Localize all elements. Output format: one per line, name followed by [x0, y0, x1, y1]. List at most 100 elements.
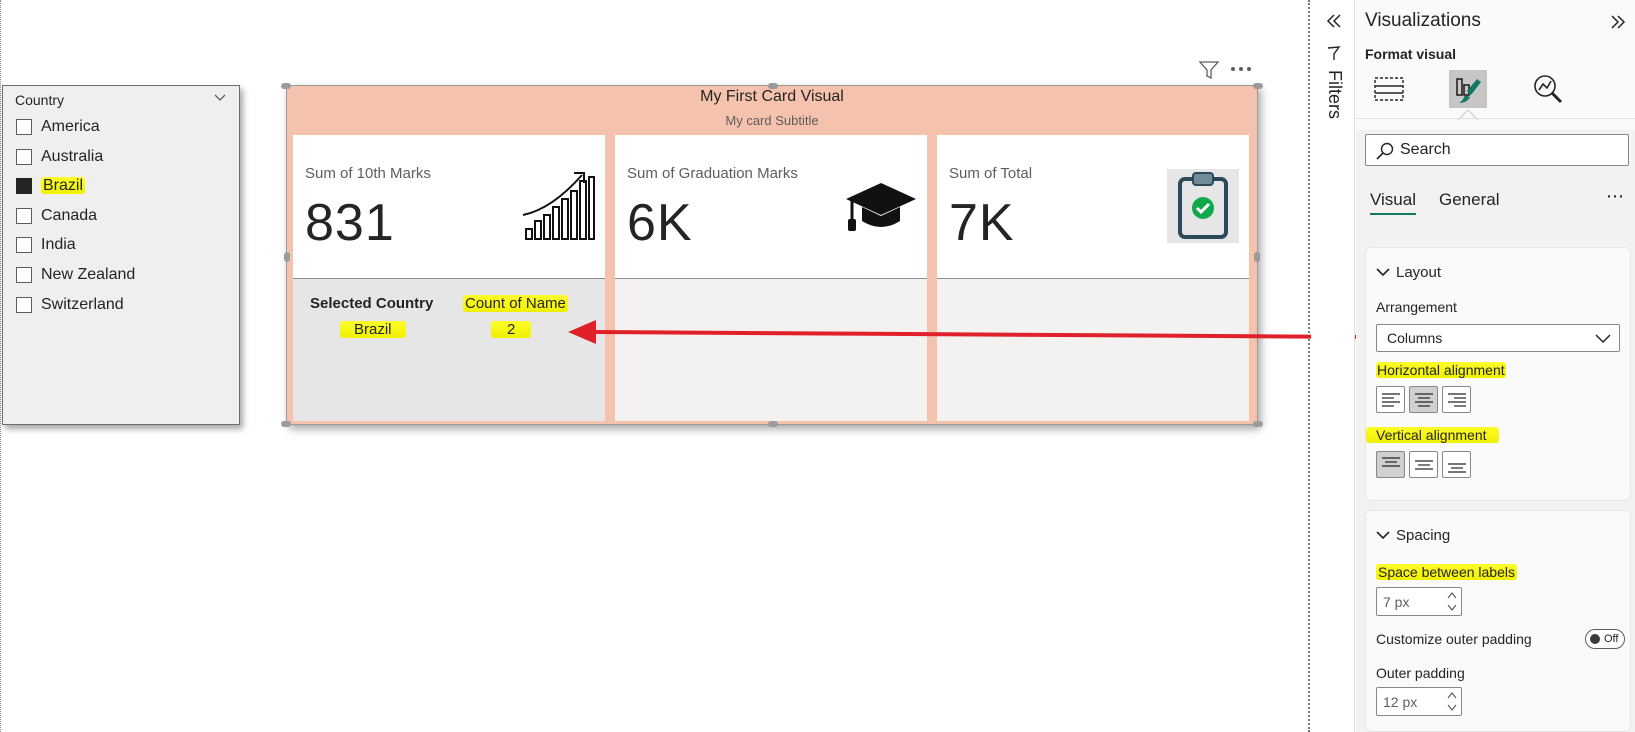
country-slicer[interactable]: Country America Australia Brazil Canada … — [2, 85, 240, 425]
tab-visual[interactable]: Visual — [1370, 190, 1416, 215]
card-visual[interactable]: My First Card Visual My card Subtitle Su… — [281, 83, 1263, 427]
tab-build-visual[interactable] — [1370, 70, 1408, 108]
arrangement-value: Columns — [1387, 330, 1443, 346]
slicer-item-label: Brazil — [41, 177, 86, 195]
space-between-labels-label: Space between labels — [1376, 564, 1517, 580]
spacing-section: Spacing Space between labels 7 px Custom… — [1365, 510, 1631, 732]
slicer-item-label: New Zealand — [41, 265, 136, 283]
filters-label: Filters — [1325, 70, 1345, 119]
align-bottom-button[interactable] — [1442, 451, 1471, 478]
paintbrush-chart-icon — [1456, 78, 1481, 103]
growth-chart-icon — [522, 172, 595, 240]
chevron-down-icon[interactable] — [213, 90, 227, 104]
card-value: 6K — [627, 194, 693, 252]
canvas-boundary — [1308, 0, 1310, 732]
horizontal-alignment-label: Horizontal alignment — [1376, 362, 1506, 378]
checkbox[interactable] — [16, 296, 32, 313]
checkbox[interactable] — [16, 266, 32, 283]
more-options-icon[interactable]: ⋯ — [1606, 186, 1624, 207]
customize-outer-padding-label: Customize outer padding — [1376, 631, 1532, 647]
space-between-labels-input[interactable]: 7 px — [1376, 587, 1462, 616]
pane-title: Visualizations — [1365, 10, 1481, 31]
slicer-item[interactable]: Brazil — [3, 171, 239, 201]
resize-handle[interactable] — [1254, 252, 1260, 262]
slicer-item[interactable]: America — [3, 112, 239, 142]
space-between-value: 7 px — [1383, 594, 1410, 610]
align-bottom-icon — [1448, 463, 1466, 473]
count-of-name-label: Count of Name — [463, 295, 568, 312]
checkbox[interactable] — [16, 237, 32, 254]
outer-padding-toggle[interactable]: Off — [1585, 629, 1625, 649]
section-title: Spacing — [1396, 527, 1451, 544]
spin-arrows-icon[interactable] — [1447, 691, 1457, 712]
resize-handle[interactable] — [1253, 421, 1263, 427]
slicer-item-label: America — [41, 118, 100, 135]
toggle-knob — [1590, 634, 1600, 644]
card-reference-label — [615, 279, 927, 421]
graduation-cap-icon — [846, 183, 916, 231]
card[interactable]: Sum of Total 7K — [937, 135, 1249, 421]
filters-pane[interactable]: Filters — [1311, 0, 1355, 732]
double-chevron-left-icon[interactable] — [1325, 12, 1343, 30]
visualizations-pane: Visualizations Format visual Search Visu… — [1356, 0, 1635, 732]
align-center-button[interactable] — [1409, 386, 1438, 413]
card-callout: Sum of Total 7K — [937, 135, 1249, 279]
tab-analytics[interactable] — [1529, 70, 1567, 108]
align-right-button[interactable] — [1442, 386, 1471, 413]
resize-handle[interactable] — [281, 421, 291, 427]
card[interactable]: Sum of 10th Marks 831 Selected Country B… — [293, 135, 605, 421]
resize-handle[interactable] — [284, 252, 290, 262]
section-title: Layout — [1396, 264, 1442, 281]
chevron-down-icon — [1595, 334, 1611, 344]
visual-subtitle: My card Subtitle — [725, 113, 819, 128]
align-left-icon — [1382, 393, 1400, 407]
slicer-item[interactable]: Australia — [3, 142, 239, 172]
slicer-item-label: Canada — [41, 206, 98, 224]
slicer-item-label: Australia — [41, 147, 104, 165]
vertical-alignment-label: Vertical alignment — [1366, 427, 1499, 443]
align-middle-button[interactable] — [1409, 451, 1438, 478]
card-reference-label: Selected Country Brazil Count of Name 2 — [293, 279, 605, 421]
arrangement-dropdown[interactable]: Columns — [1376, 324, 1620, 352]
search-icon — [1376, 142, 1394, 160]
visual-header — [1190, 58, 1260, 80]
card-value: 7K — [949, 194, 1015, 252]
slicer-item[interactable]: Switzerland — [3, 290, 239, 320]
align-left-button[interactable] — [1376, 386, 1405, 413]
card-callout: Sum of Graduation Marks 6K — [615, 135, 927, 279]
card-reference-label — [937, 279, 1249, 421]
outer-padding-value: 12 px — [1383, 694, 1418, 710]
checkbox-checked[interactable] — [16, 178, 32, 195]
filter-icon — [1327, 46, 1341, 60]
align-top-button[interactable] — [1376, 451, 1405, 478]
card-label: Sum of Total — [949, 165, 1033, 182]
search-placeholder: Search — [1400, 141, 1451, 158]
report-window: Country America Australia Brazil Canada … — [0, 0, 1635, 732]
divider — [1356, 118, 1635, 119]
double-chevron-right-icon[interactable] — [1608, 12, 1628, 32]
checkbox[interactable] — [16, 119, 32, 135]
tab-format-visual[interactable] — [1449, 70, 1487, 108]
resize-handle[interactable] — [768, 421, 778, 427]
card-label: Sum of Graduation Marks — [627, 165, 798, 182]
checkbox[interactable] — [16, 148, 32, 165]
tab-general[interactable]: General — [1439, 190, 1499, 210]
slicer-item[interactable]: New Zealand — [3, 260, 239, 290]
fields-grid-icon — [1374, 77, 1404, 101]
slicer-title: Country — [15, 92, 65, 108]
chevron-down-icon[interactable] — [1376, 265, 1390, 279]
chevron-down-icon[interactable] — [1376, 528, 1390, 542]
arrangement-label: Arrangement — [1376, 299, 1457, 315]
more-options-icon[interactable] — [1230, 66, 1252, 72]
slicer-item[interactable]: Canada — [3, 201, 239, 231]
layout-section: Layout Arrangement Columns Horizontal al… — [1365, 247, 1631, 501]
slicer-item[interactable]: India — [3, 230, 239, 260]
selected-country-value: Brazil — [340, 321, 406, 338]
filter-icon[interactable] — [1198, 60, 1220, 80]
search-input[interactable]: Search — [1365, 134, 1629, 166]
checkbox[interactable] — [16, 207, 32, 224]
card[interactable]: Sum of Graduation Marks 6K — [615, 135, 927, 421]
spin-arrows-icon[interactable] — [1447, 591, 1457, 612]
analytics-magnifier-icon — [1534, 75, 1563, 104]
outer-padding-input[interactable]: 12 px — [1376, 687, 1462, 716]
